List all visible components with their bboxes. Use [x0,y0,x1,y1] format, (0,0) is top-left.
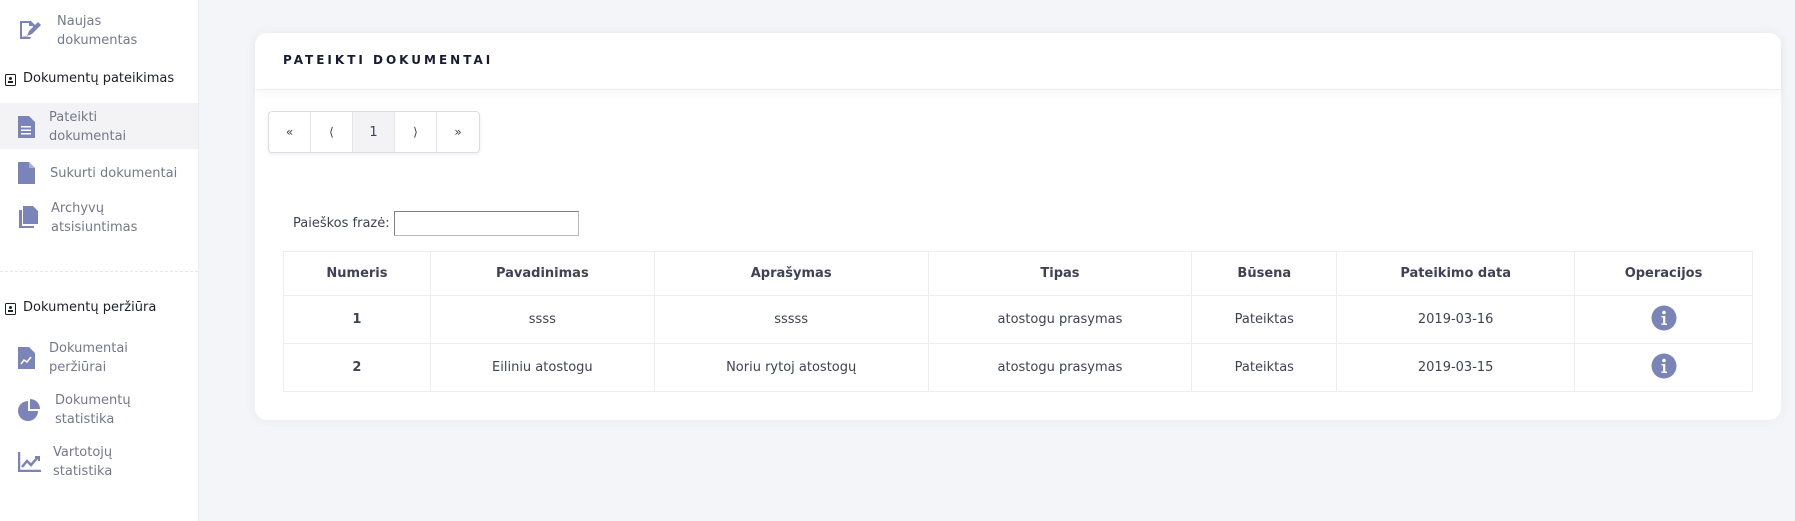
cell-aprasymas: sssss [653,295,929,344]
column-header-numeris[interactable]: Numeris [283,251,431,296]
sidebar-item-label: statistika [55,412,115,427]
column-header-tipas[interactable]: Tipas [927,251,1193,296]
sidebar-item-sukurti-dokumentai[interactable]: Sukurti dokumentai [0,161,198,185]
cell-tipas: atostogu prasymas [927,343,1193,392]
cell-pavadinimas: Eiliniu atostogu [429,343,655,392]
sidebar-item-label: atsisiuntimas [51,220,138,235]
sidebar-item-vartotoju-statistika[interactable]: Vartotojų statistika [0,441,198,483]
table-row: 2 Eiliniu atostogu Noriu rytoj atostogų … [283,343,1753,392]
column-header-busena[interactable]: Būsena [1191,251,1338,296]
id-card-icon [5,303,16,319]
table-header-row: Numeris Pavadinimas Aprašymas Tipas Būse… [283,251,1753,296]
cell-pavadinimas: ssss [429,295,655,344]
search-input[interactable] [393,211,579,236]
section-title-perziura: Dokumentų peržiūra [0,300,198,320]
sidebar-item-label: Naujas [57,14,102,29]
sidebar-divider [0,271,198,272]
info-icon[interactable] [1651,305,1677,335]
copy-icon [18,206,38,234]
cell-numeris: 2 [283,343,431,392]
table-row: 1 ssss sssss atostogu prasymas Pateiktas… [283,295,1753,344]
sidebar-item-label: dokumentai [49,129,127,144]
column-header-aprasymas[interactable]: Aprašymas [653,251,929,296]
info-icon[interactable] [1651,353,1677,383]
sidebar-item-pateikti-dokumentai[interactable]: Pateikti dokumentai [0,103,198,149]
cell-aprasymas: Noriu rytoj atostogų [653,343,929,392]
sidebar-item-label: peržiūrai [49,360,107,375]
page-1-button[interactable]: 1 [353,112,395,152]
file-icon [18,162,35,190]
next-page-button[interactable]: ⟩ [395,112,437,152]
prev-page-button[interactable]: ⟨ [311,112,353,152]
sidebar-item-label: dokumentas [57,33,138,48]
last-page-button[interactable]: » [437,112,479,152]
sidebar-item-label: Archyvų [51,201,104,216]
sidebar-item-label: Pateikti [49,110,98,125]
sidebar-item-dokumentu-statistika[interactable]: Dokumentų statistika [0,389,198,431]
documents-table: Numeris Pavadinimas Aprašymas Tipas Būse… [283,251,1753,392]
sidebar-item-label: Vartotojų [53,445,113,460]
cell-data: 2019-03-16 [1336,295,1576,344]
cell-busena: Pateiktas [1191,343,1338,392]
line-chart-icon [17,452,42,478]
page-title: PATEIKTI DOKUMENTAI [283,53,494,67]
card-header: PATEIKTI DOKUMENTAI [255,33,1781,90]
sidebar-item-label: statistika [53,464,113,479]
documents-card: PATEIKTI DOKUMENTAI « ⟨ 1 ⟩ » Paieškos f… [255,33,1781,420]
sidebar-item-label: Dokumentų [55,393,131,408]
search-row: Paieškos frazė: [293,211,579,236]
column-header-pavadinimas[interactable]: Pavadinimas [429,251,655,296]
signature-icon [18,19,42,47]
sidebar-item-archyvu-atsisiuntimas[interactable]: Archyvų atsisiuntimas [0,197,198,239]
id-card-icon [5,74,16,90]
pagination: « ⟨ 1 ⟩ » [268,111,480,153]
cell-busena: Pateiktas [1191,295,1338,344]
sidebar: Naujas dokumentas Dokumentų pateikimas P… [0,0,199,521]
cell-numeris: 1 [283,295,431,344]
sidebar-item-dokumentai-perziurai[interactable]: Dokumentai peržiūrai [0,337,198,379]
column-header-pateikimo-data[interactable]: Pateikimo data [1336,251,1576,296]
sidebar-item-label: Dokumentai [49,341,128,356]
search-label: Paieškos frazė: [293,216,390,231]
file-text-icon [18,116,35,144]
cell-operacijos [1574,343,1753,392]
section-title-pateikimas: Dokumentų pateikimas [0,71,198,91]
pie-chart-icon [18,399,41,427]
cell-operacijos [1574,295,1753,344]
column-header-operacijos: Operacijos [1574,251,1753,296]
sidebar-item-naujas-dokumentas[interactable]: Naujas dokumentas [0,10,198,52]
file-chart-icon [18,347,35,375]
cell-tipas: atostogu prasymas [927,295,1193,344]
cell-data: 2019-03-15 [1336,343,1576,392]
sidebar-item-label: Sukurti dokumentai [50,166,178,181]
first-page-button[interactable]: « [269,112,311,152]
